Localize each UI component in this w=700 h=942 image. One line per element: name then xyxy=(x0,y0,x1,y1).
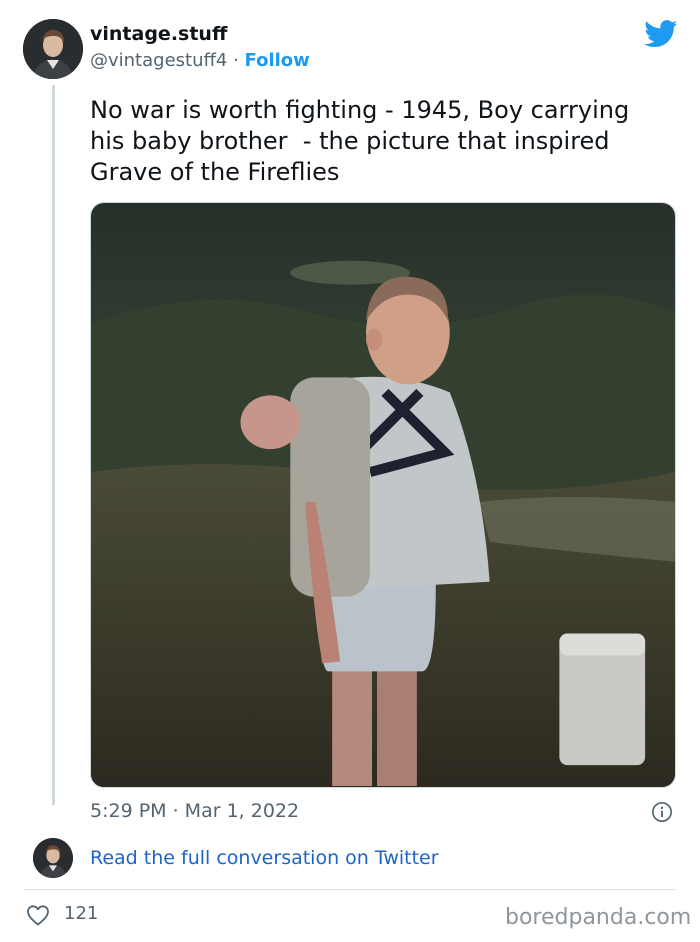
tweet-text: No war is worth fighting - 1945, Boy car… xyxy=(90,96,630,186)
like-count: 121 xyxy=(64,903,99,924)
avatar-image xyxy=(23,19,83,79)
separator-dot: · xyxy=(227,50,245,71)
display-name[interactable]: vintage.stuff xyxy=(90,23,227,45)
twitter-bird-icon[interactable] xyxy=(644,20,678,48)
divider xyxy=(23,889,676,890)
heart-icon[interactable] xyxy=(26,904,50,926)
photo-image xyxy=(91,203,675,787)
avatar[interactable] xyxy=(23,19,83,79)
read-conversation-link[interactable]: Read the full conversation on Twitter xyxy=(90,847,439,869)
info-icon[interactable] xyxy=(651,801,673,823)
tweet-photo[interactable] xyxy=(90,202,676,788)
avatar-small[interactable] xyxy=(33,838,73,878)
avatar-small-image xyxy=(33,838,73,878)
handle-row: @vintagestuff4 · Follow xyxy=(90,50,310,71)
user-handle[interactable]: @vintagestuff4 xyxy=(90,50,227,71)
thread-line xyxy=(52,85,55,805)
follow-button[interactable]: Follow xyxy=(245,50,310,71)
tweet-timestamp[interactable]: 5:29 PM · Mar 1, 2022 xyxy=(90,800,299,822)
watermark: boredpanda.com xyxy=(505,905,692,930)
